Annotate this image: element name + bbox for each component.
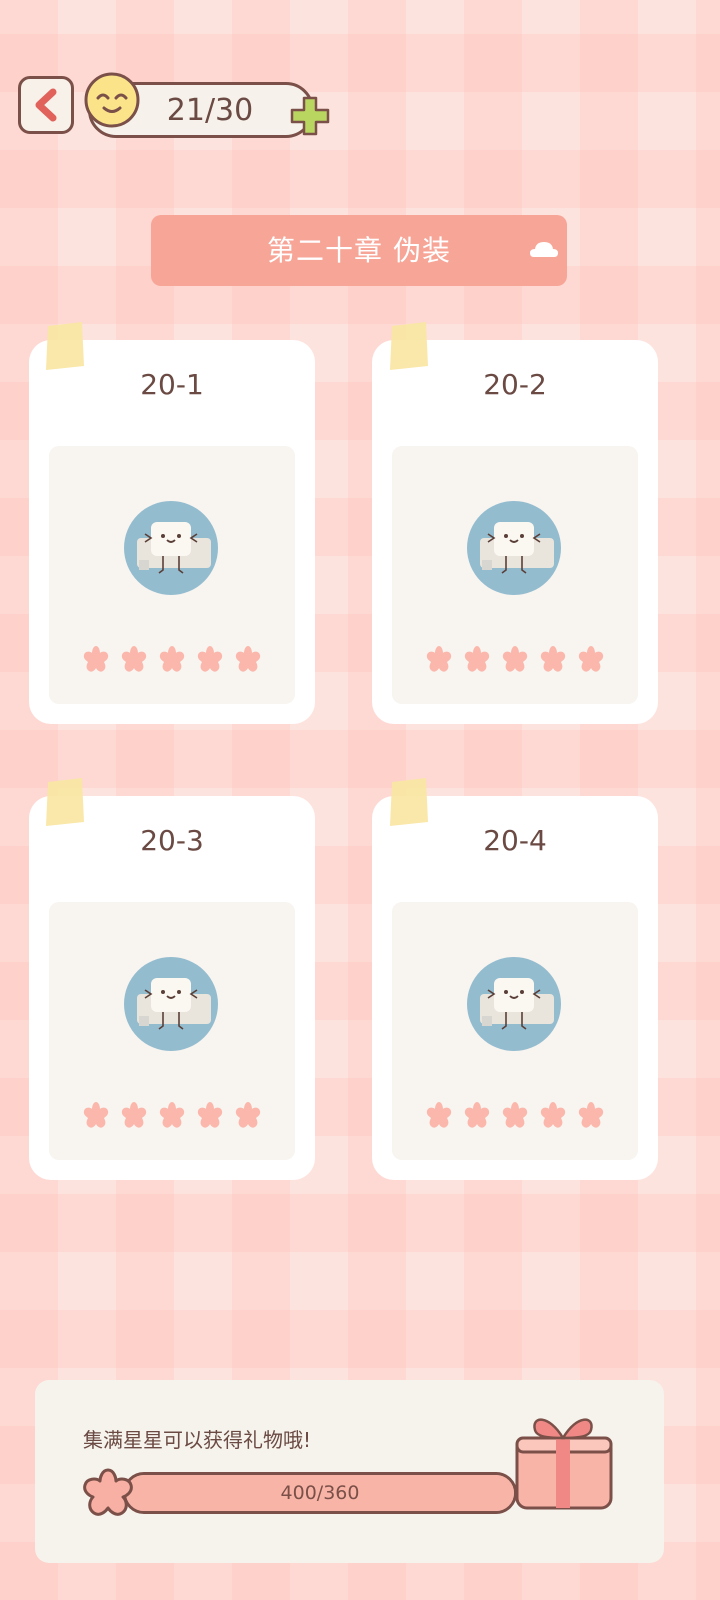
chapter-selector[interactable]: 第二十章 伪装 (151, 215, 567, 286)
tofu-character-icon (467, 957, 561, 1051)
level-card-1[interactable]: 20-1 (29, 340, 315, 724)
level-stars (79, 1098, 265, 1134)
star-icon (502, 1102, 528, 1128)
star-icon (540, 646, 566, 672)
star-icon (464, 1102, 490, 1128)
star-icon (502, 646, 528, 672)
tape-decoration (46, 322, 84, 370)
tofu-character-icon (124, 501, 218, 595)
level-preview (49, 902, 295, 1160)
star-icon (83, 1102, 109, 1128)
back-button[interactable] (18, 76, 74, 134)
star-badge-icon (83, 1468, 133, 1516)
reward-message: 集满星星可以获得礼物哦! (83, 1428, 312, 1452)
star-icon (159, 1102, 185, 1128)
tofu-character-icon (467, 501, 561, 595)
cloud-up-icon[interactable] (529, 239, 559, 263)
star-progress-bar: 400/360 (123, 1472, 517, 1514)
chapter-title: 第二十章 伪装 (267, 234, 451, 267)
star-icon (426, 646, 452, 672)
level-card-4[interactable]: 20-4 (372, 796, 658, 1180)
gift-box-icon[interactable] (509, 1408, 619, 1518)
level-label: 20-1 (140, 368, 204, 401)
star-icon (235, 646, 261, 672)
energy-count-text: 21/30 (166, 93, 254, 128)
smiley-coin-icon (84, 72, 140, 128)
back-arrow-icon (35, 88, 57, 122)
star-icon (578, 1102, 604, 1128)
star-icon (578, 646, 604, 672)
reward-panel: 集满星星可以获得礼物哦! 400/360 (35, 1380, 664, 1563)
level-card-3[interactable]: 20-3 (29, 796, 315, 1180)
star-icon (121, 646, 147, 672)
level-label: 20-4 (483, 824, 547, 857)
star-icon (426, 1102, 452, 1128)
tape-decoration (390, 778, 428, 826)
star-icon (235, 1102, 261, 1128)
level-preview (392, 446, 638, 704)
tape-decoration (46, 778, 84, 826)
level-label: 20-2 (483, 368, 547, 401)
tofu-character-icon (124, 957, 218, 1051)
progress-text: 400/360 (280, 1482, 360, 1504)
level-stars (422, 642, 608, 678)
tape-decoration (390, 322, 428, 370)
star-icon (197, 646, 223, 672)
star-icon (197, 1102, 223, 1128)
level-preview (392, 902, 638, 1160)
level-preview (49, 446, 295, 704)
star-icon (540, 1102, 566, 1128)
star-icon (464, 646, 490, 672)
add-energy-button[interactable] (288, 94, 332, 138)
star-icon (121, 1102, 147, 1128)
level-card-2[interactable]: 20-2 (372, 340, 658, 724)
star-icon (83, 646, 109, 672)
level-stars (422, 1098, 608, 1134)
level-label: 20-3 (140, 824, 204, 857)
star-icon (159, 646, 185, 672)
level-stars (79, 642, 265, 678)
